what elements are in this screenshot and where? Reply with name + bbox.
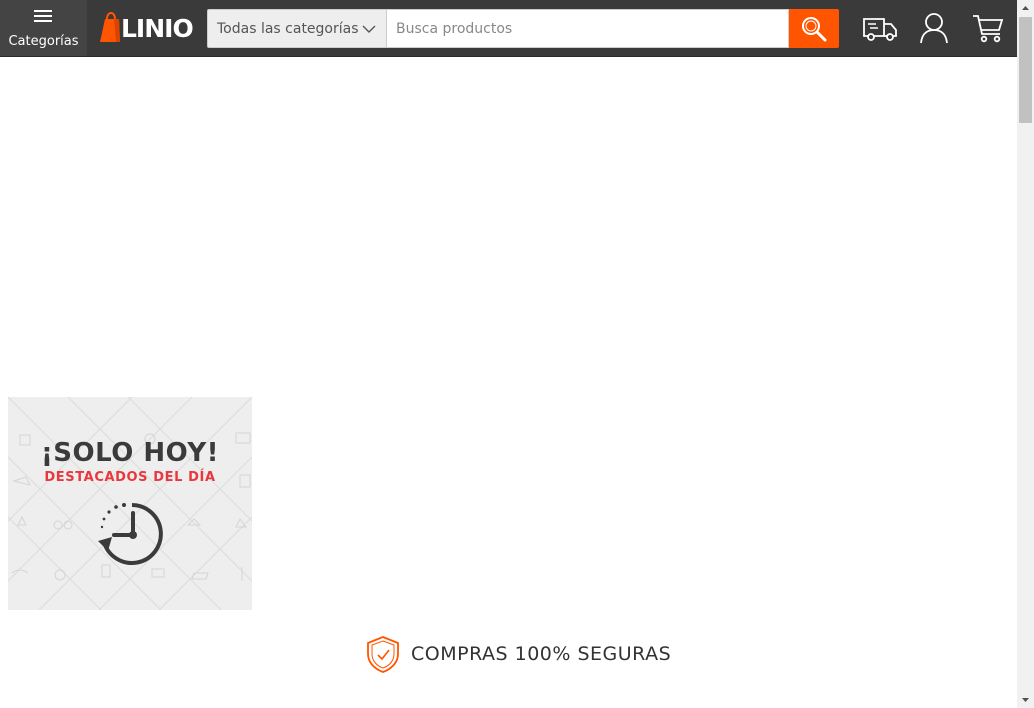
linio-logo[interactable]: LINIO: [99, 10, 194, 46]
scroll-up-arrow-icon[interactable]: [1017, 0, 1034, 17]
scrollbar-thumb[interactable]: [1019, 17, 1032, 123]
shopping-bag-logo-icon: [100, 12, 120, 42]
search-bar: Todas las categorías: [207, 9, 839, 48]
menu-icon: [34, 10, 52, 22]
categories-label: Categorías: [8, 34, 79, 49]
search-button[interactable]: [789, 9, 839, 48]
cart-button[interactable]: [970, 11, 1006, 45]
category-select-value: Todas las categorías: [217, 21, 359, 37]
secure-purchases-label: COMPRAS 100% SEGURAS: [411, 643, 672, 665]
categories-menu-button[interactable]: Categorías: [0, 0, 87, 56]
user-icon: [920, 13, 948, 44]
promo-subtitle: DESTACADOS DEL DÍA: [44, 470, 216, 485]
delivery-tracking-button[interactable]: [862, 11, 898, 45]
category-select[interactable]: Todas las categorías: [207, 9, 387, 48]
page-scrollbar[interactable]: [1017, 0, 1034, 708]
promo-title: ¡SOLO HOY!: [40, 438, 220, 468]
search-icon: [802, 17, 827, 42]
shield-check-icon: [367, 636, 399, 673]
clock-icon: [98, 503, 163, 565]
daily-deals-banner[interactable]: ¡SOLO HOY! DESTACADOS DEL DÍA: [8, 397, 252, 610]
cart-icon: [973, 15, 1004, 43]
secure-purchases-badge: COMPRAS 100% SEGURAS: [366, 634, 686, 674]
top-navigation-bar: Categorías LINIO Todas las categorías: [0, 0, 1017, 57]
search-input[interactable]: [387, 10, 776, 47]
account-button[interactable]: [916, 11, 952, 45]
delivery-truck-icon: [863, 18, 897, 41]
logo-text: LINIO: [121, 14, 194, 43]
scroll-down-arrow-icon[interactable]: [1017, 691, 1034, 708]
chevron-down-icon: [362, 25, 376, 33]
search-input-wrapper: [387, 9, 789, 48]
